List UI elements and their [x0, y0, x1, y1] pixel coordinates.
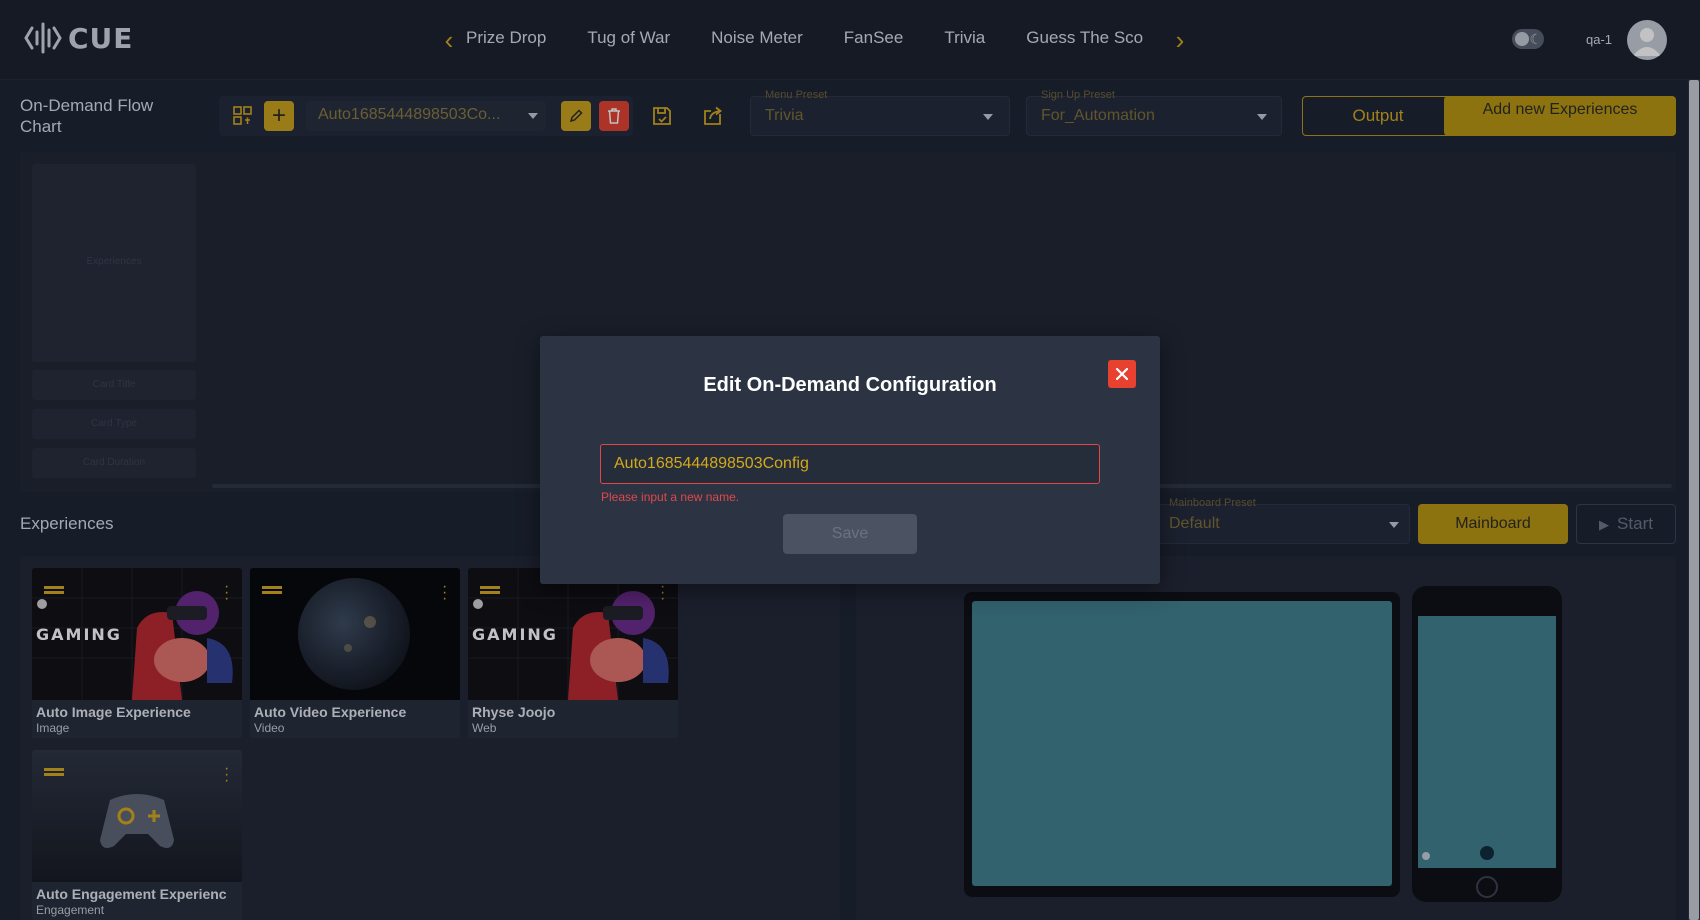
close-button[interactable] — [1108, 360, 1136, 388]
config-name-input[interactable] — [600, 444, 1100, 484]
modal-title: Edit On-Demand Configuration — [703, 374, 997, 396]
edit-config-modal: Edit On-Demand Configuration Please inpu… — [540, 336, 1160, 584]
save-button[interactable]: Save — [783, 514, 917, 554]
error-message: Please input a new name. — [601, 490, 740, 504]
close-icon — [1115, 367, 1129, 381]
